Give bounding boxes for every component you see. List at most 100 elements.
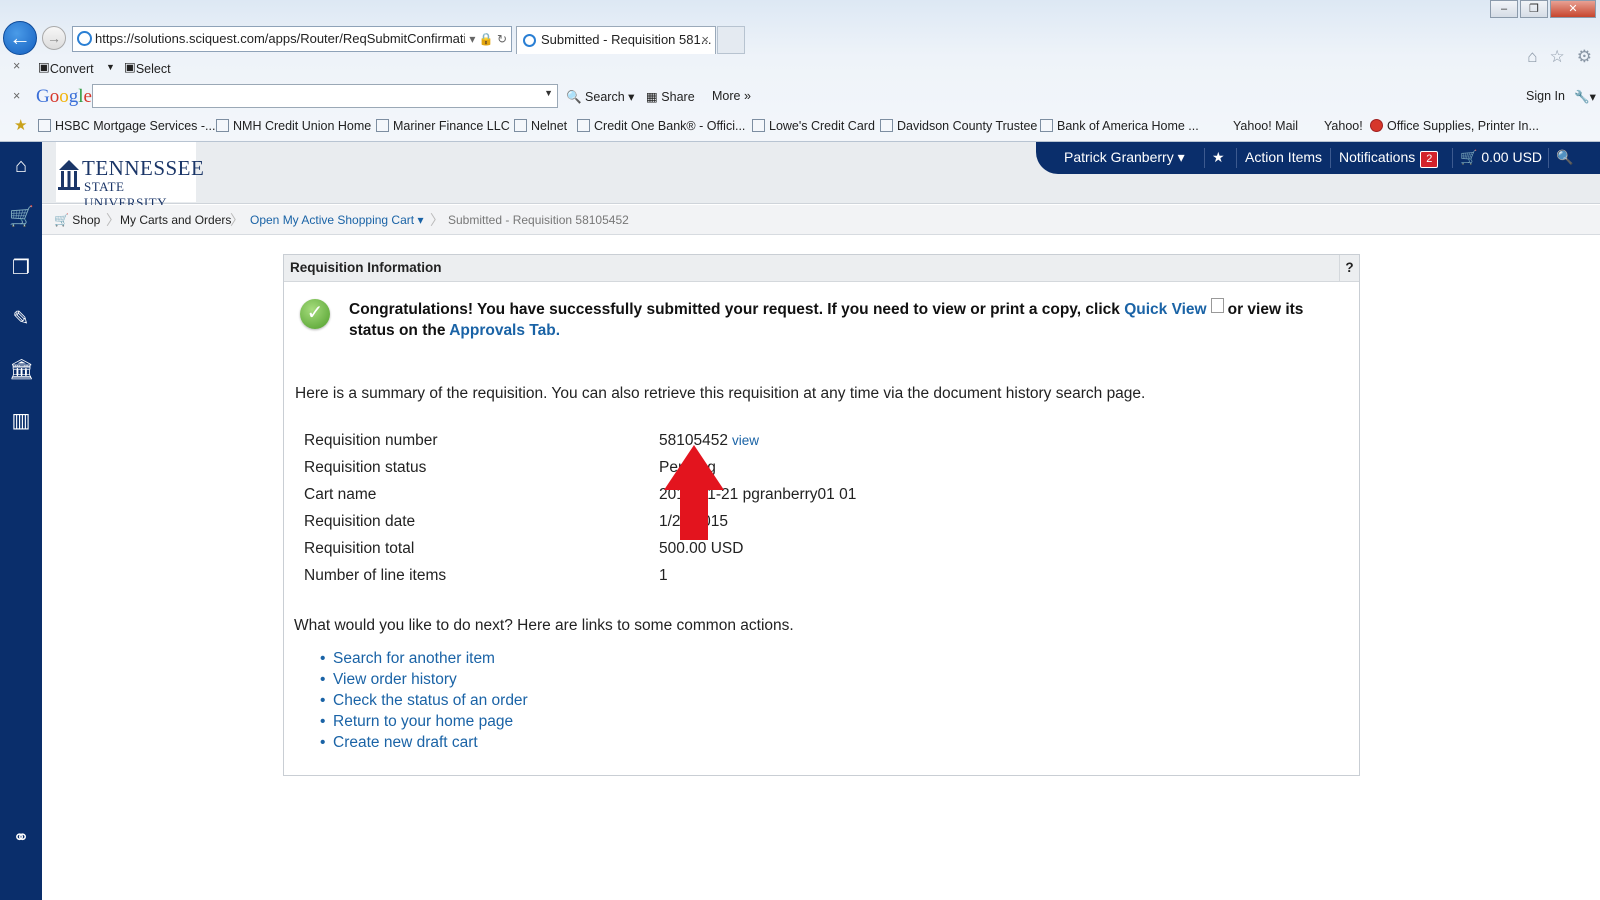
tab-close-icon[interactable]: × (701, 27, 709, 53)
detail-label: Requisition date (304, 513, 416, 530)
favorite-link[interactable]: Yahoo! (1324, 119, 1363, 133)
close-toolbar-icon[interactable]: × (13, 59, 20, 73)
home-icon[interactable]: ⌂ (9, 154, 33, 178)
browser-tab[interactable]: Submitted - Requisition 581... × (516, 26, 716, 54)
favorite-link[interactable]: Credit One Bank® - Offici... (577, 119, 745, 133)
page-icon (1370, 119, 1383, 132)
favorite-link[interactable]: HSBC Mortgage Services -... (38, 119, 215, 133)
breadcrumb-active-cart[interactable]: Open My Active Shopping Cart ▾ (250, 213, 423, 227)
minimize-button[interactable]: – (1490, 0, 1518, 18)
action-check-status[interactable]: Check the status of an order (320, 692, 528, 713)
page-icon (577, 119, 590, 132)
congrats-prefix: Congratulations! You have successfully s… (349, 301, 1120, 318)
detail-label: Requisition total (304, 540, 415, 557)
help-button[interactable]: ? (1339, 255, 1359, 281)
cart-summary[interactable]: 🛒 0.00 USD (1460, 149, 1542, 166)
favorites-bar: ★ HSBC Mortgage Services -... NMH Credit… (0, 115, 1600, 139)
new-tab-button[interactable] (717, 26, 745, 54)
close-google-toolbar-icon[interactable]: × (13, 89, 20, 103)
favorites-star-add-icon[interactable]: ★ (14, 116, 27, 134)
action-link[interactable]: Search for another item (333, 650, 495, 667)
breadcrumb-shop-label: Shop (72, 213, 101, 227)
requisition-details: Requisition number 58105452 view Requisit… (304, 432, 1004, 594)
annotation-arrow-icon (664, 445, 724, 540)
convert-button[interactable]: ▣ Convert (38, 59, 94, 76)
breadcrumb-active-cart-label: Open My Active Shopping Cart (250, 213, 415, 227)
favorite-link[interactable]: Davidson County Trustee (880, 119, 1037, 133)
chevron-down-icon[interactable]: ▼ (544, 88, 553, 98)
back-arrow-icon[interactable]: ← (3, 21, 37, 55)
detail-row-cart-name: Cart name 2015-01-21 pgranberry01 01 (304, 486, 1004, 513)
action-search-item[interactable]: Search for another item (320, 650, 528, 671)
favorite-link[interactable]: Office Supplies, Printer In... (1370, 119, 1539, 133)
favorites-star-icon[interactable]: ★ (1212, 149, 1225, 166)
approvals-tab-link[interactable]: Approvals Tab. (449, 322, 560, 339)
favorite-label: Mariner Finance LLC (393, 119, 510, 133)
detail-row-number: Requisition number 58105452 view (304, 432, 1004, 459)
documents-icon[interactable]: ❐ (9, 256, 33, 280)
favorite-label: Davidson County Trustee (897, 119, 1038, 133)
view-requisition-link[interactable]: view (732, 433, 759, 448)
google-search-button[interactable]: 🔍 Search ▾ (566, 89, 634, 105)
wrench-icon[interactable]: 🔧▾ (1574, 89, 1596, 105)
close-window-button[interactable]: ✕ (1550, 0, 1596, 18)
favorite-link[interactable]: Lowe's Credit Card (752, 119, 875, 133)
favorite-link[interactable]: NMH Credit Union Home (216, 119, 371, 133)
binoculars-icon[interactable]: ⚭ (9, 826, 33, 850)
action-link[interactable]: Check the status of an order (333, 692, 528, 709)
breadcrumb-carts-orders[interactable]: My Carts and Orders (120, 213, 231, 227)
breadcrumb-separator: 〉 (230, 212, 244, 228)
divider (1452, 148, 1453, 168)
page-icon (1040, 119, 1053, 132)
notifications-link[interactable]: Notifications 2 (1339, 149, 1439, 168)
favorite-link[interactable]: Yahoo! Mail (1233, 119, 1298, 133)
next-actions-prompt: What would you like to do next? Here are… (294, 617, 794, 634)
action-order-history[interactable]: View order history (320, 671, 528, 692)
favorite-link[interactable]: Bank of America Home ... (1040, 119, 1199, 133)
action-link[interactable]: View order history (333, 671, 457, 688)
bar-chart-icon[interactable]: ▥ (9, 409, 33, 433)
shopping-cart-icon[interactable]: 🛒 (9, 205, 34, 229)
favorite-link[interactable]: Nelnet (514, 119, 567, 133)
address-tools[interactable]: ▾ 🔒 ↻ (465, 27, 507, 51)
search-icon[interactable]: 🔍 (1556, 149, 1573, 166)
page-icon (216, 119, 229, 132)
google-search-input[interactable]: ▼ (92, 84, 558, 108)
tsu-logo[interactable]: TENNESSEE STATE UNIVERSITY (56, 142, 204, 210)
more-button[interactable]: More » (712, 89, 751, 103)
address-bar[interactable]: https://solutions.sciquest.com/apps/Rout… (72, 26, 512, 52)
convert-dropdown-icon[interactable]: ▼ (106, 62, 115, 72)
edit-document-icon[interactable]: ✎ (9, 307, 33, 331)
favorite-link[interactable]: Mariner Finance LLC (376, 119, 510, 133)
breadcrumb-shop[interactable]: 🛒 Shop (54, 213, 100, 227)
restore-button[interactable]: ❐ (1520, 0, 1548, 18)
sign-in-link[interactable]: Sign In (1526, 89, 1565, 103)
share-button[interactable]: ▦ Share (646, 89, 695, 104)
favorite-label: Nelnet (531, 119, 568, 133)
detail-value: 1 (659, 567, 668, 584)
notifications-badge: 2 (1420, 151, 1439, 168)
user-menu[interactable]: Patrick Granberry ▾ (1064, 149, 1185, 166)
page-icon (38, 119, 51, 132)
breadcrumb: 🛒 Shop 〉 My Carts and Orders 〉 Open My A… (42, 205, 1600, 235)
action-link[interactable]: Return to your home page (333, 713, 513, 730)
favorite-label: Bank of America Home ... (1057, 119, 1199, 133)
action-link[interactable]: Create new draft cart (333, 734, 478, 751)
breadcrumb-current: Submitted - Requisition 58105452 (448, 213, 629, 227)
congrats-message: Congratulations! You have successfully s… (349, 298, 1339, 341)
forward-arrow-icon[interactable]: → (42, 26, 66, 50)
quick-view-link[interactable]: Quick View (1124, 301, 1206, 318)
action-items-link[interactable]: Action Items (1245, 149, 1322, 165)
favorite-label: Credit One Bank® - Offici... (594, 119, 746, 133)
page-icon (752, 119, 765, 132)
action-new-cart[interactable]: Create new draft cart (320, 734, 528, 755)
bank-building-icon[interactable]: 🏛 (9, 358, 34, 382)
building-logo-icon (58, 160, 80, 190)
document-preview-icon[interactable] (1210, 298, 1224, 313)
detail-row-line-items: Number of line items 1 (304, 567, 1004, 594)
action-home-page[interactable]: Return to your home page (320, 713, 528, 734)
ie-page-icon (77, 31, 92, 46)
select-button[interactable]: ▣ Select (124, 59, 171, 76)
address-url: https://solutions.sciquest.com/apps/Rout… (95, 31, 474, 46)
convert-label: Convert (49, 62, 94, 76)
